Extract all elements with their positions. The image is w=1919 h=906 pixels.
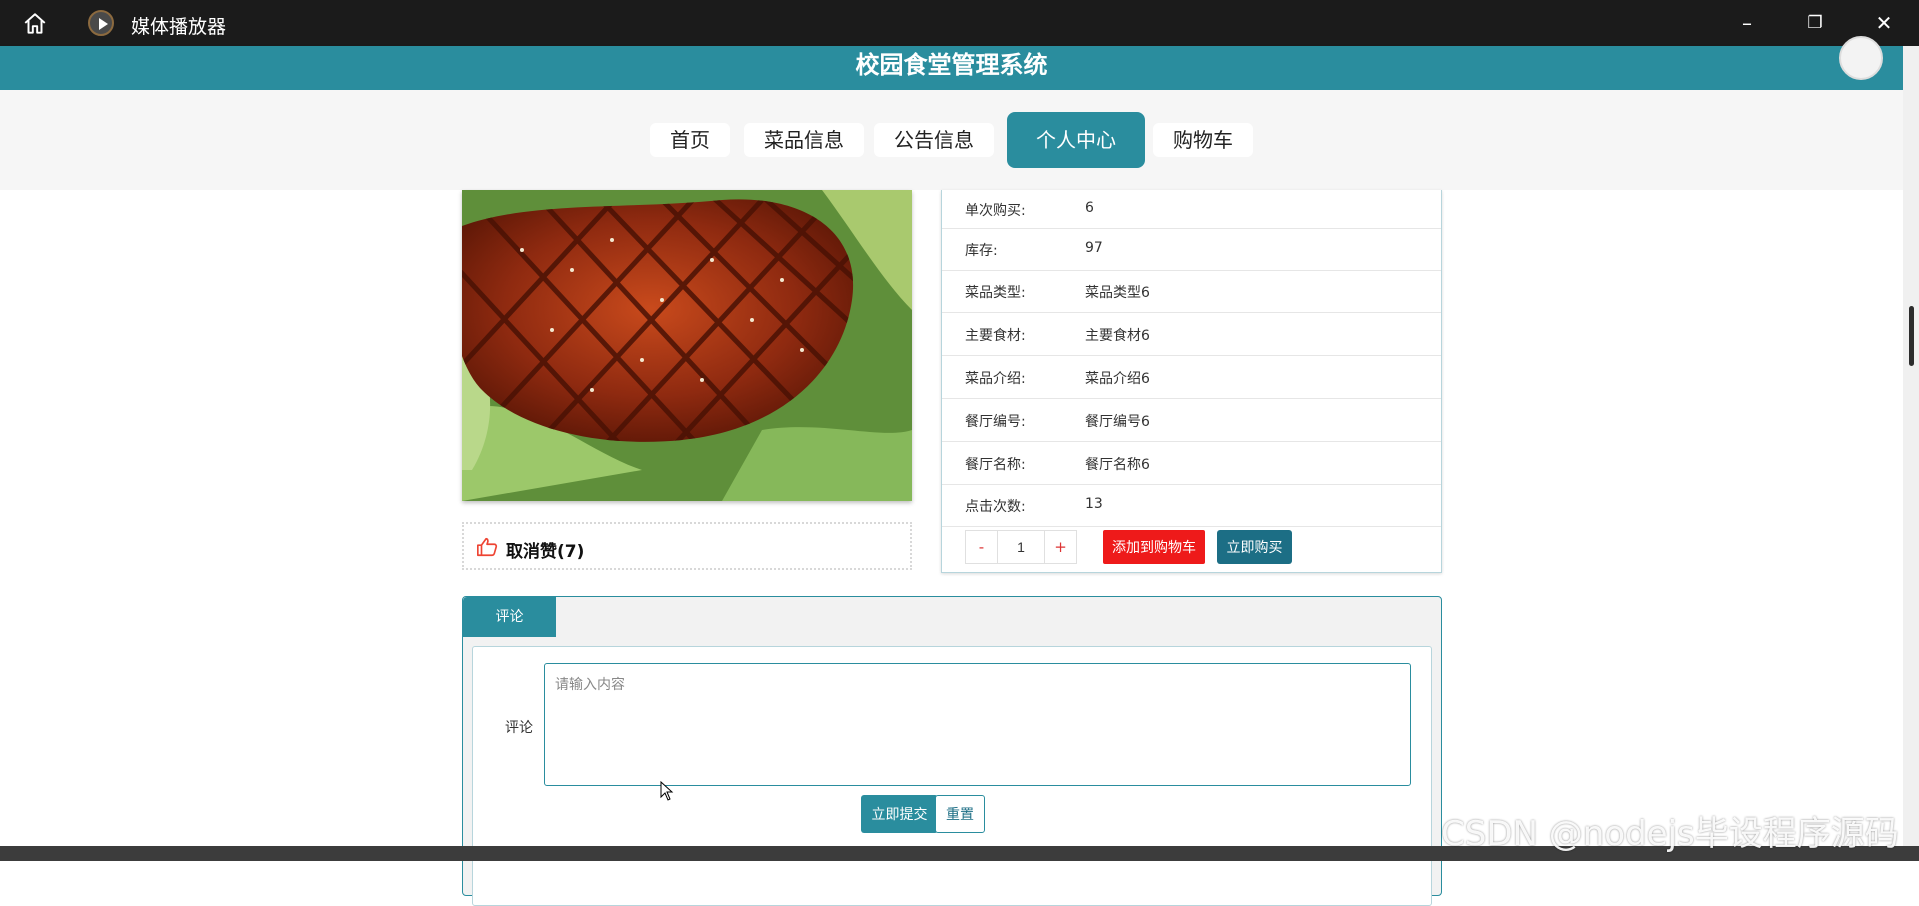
mouse-cursor-icon — [660, 781, 674, 801]
info-label: 单次购买: — [965, 203, 1026, 219]
info-row-restaurant-id: 餐厅编号: 餐厅编号6 — [942, 399, 1441, 442]
tab-comment[interactable]: 评论 — [463, 597, 556, 637]
info-label: 主要食材: — [965, 328, 1026, 344]
info-value: 菜品介绍6 — [1085, 371, 1150, 387]
like-box[interactable]: 取消赞(7) — [462, 522, 912, 570]
site-header: 校园食堂管理系统 — [0, 36, 1903, 90]
product-info-panel: 单次购买: 6 库存: 97 菜品类型: 菜品类型6 主要食材: 主要食材6 菜… — [941, 190, 1442, 573]
info-row-restaurant-name: 餐厅名称: 餐厅名称6 — [942, 442, 1441, 485]
info-row-main-ingredients: 主要食材: 主要食材6 — [942, 313, 1441, 356]
quantity-minus-button[interactable]: - — [966, 531, 997, 563]
info-row-dish-intro: 菜品介绍: 菜品介绍6 — [942, 356, 1441, 399]
info-row-dish-type: 菜品类型: 菜品类型6 — [942, 270, 1441, 313]
nav-item-home[interactable]: 首页 — [650, 123, 730, 157]
info-value: 主要食材6 — [1085, 328, 1150, 344]
info-label: 点击次数: — [965, 499, 1026, 515]
minimize-icon[interactable]: – — [1724, 8, 1770, 38]
nav-item-notices[interactable]: 公告信息 — [874, 123, 994, 157]
info-label: 餐厅编号: — [965, 414, 1026, 430]
window-titlebar: 媒体播放器 – ❐ ✕ — [0, 0, 1919, 46]
info-label: 餐厅名称: — [965, 457, 1026, 473]
info-value: 6 — [1085, 200, 1094, 216]
comment-form: 评论 立即提交 重置 — [472, 646, 1432, 906]
window-title: 媒体播放器 — [131, 16, 227, 38]
dish-image — [462, 190, 912, 501]
nav-item-cart[interactable]: 购物车 — [1153, 123, 1253, 157]
main-nav: 首页 菜品信息 公告信息 个人中心 购物车 — [0, 90, 1903, 190]
info-label: 菜品介绍: — [965, 371, 1026, 387]
unlike-label[interactable]: 取消赞(7) — [506, 537, 584, 562]
page-scrollbar[interactable] — [1903, 46, 1919, 846]
quantity-plus-button[interactable]: + — [1045, 531, 1076, 563]
thumbs-up-icon[interactable] — [476, 536, 498, 558]
nav-item-personal-center[interactable]: 个人中心 — [1007, 112, 1145, 168]
info-value: 餐厅名称6 — [1085, 457, 1150, 473]
add-to-cart-button[interactable]: 添加到购物车 — [1103, 530, 1205, 564]
info-row-purchase-limit: 单次购买: 6 — [942, 190, 1441, 229]
site-title: 校园食堂管理系统 — [855, 51, 1048, 79]
submit-button[interactable]: 立即提交 — [861, 795, 938, 833]
info-row-stock: 库存: 97 — [942, 228, 1441, 271]
info-value: 餐厅编号6 — [1085, 414, 1150, 430]
buy-now-button[interactable]: 立即购买 — [1217, 530, 1292, 564]
scrollbar-thumb[interactable] — [1909, 306, 1914, 366]
restore-icon[interactable]: ❐ — [1792, 8, 1838, 38]
info-label: 菜品类型: — [965, 285, 1026, 301]
close-icon[interactable]: ✕ — [1861, 8, 1907, 38]
info-value: 13 — [1085, 496, 1103, 512]
quantity-stepper: - + — [965, 530, 1077, 564]
quantity-input[interactable] — [997, 531, 1045, 563]
info-row-click-count: 点击次数: 13 — [942, 484, 1441, 527]
info-label: 库存: — [965, 243, 998, 259]
info-value: 97 — [1085, 240, 1103, 256]
reset-button[interactable]: 重置 — [935, 795, 985, 833]
nav-item-dishes[interactable]: 菜品信息 — [744, 123, 864, 157]
home-icon[interactable] — [22, 11, 48, 37]
comment-field-label: 评论 — [505, 720, 533, 736]
info-value: 菜品类型6 — [1085, 285, 1150, 301]
watermark: CSDN @nodejs毕设程序源码 — [1441, 814, 1899, 854]
comment-textarea[interactable] — [544, 663, 1411, 786]
media-player-icon — [88, 10, 114, 36]
avatar[interactable] — [1839, 36, 1883, 80]
